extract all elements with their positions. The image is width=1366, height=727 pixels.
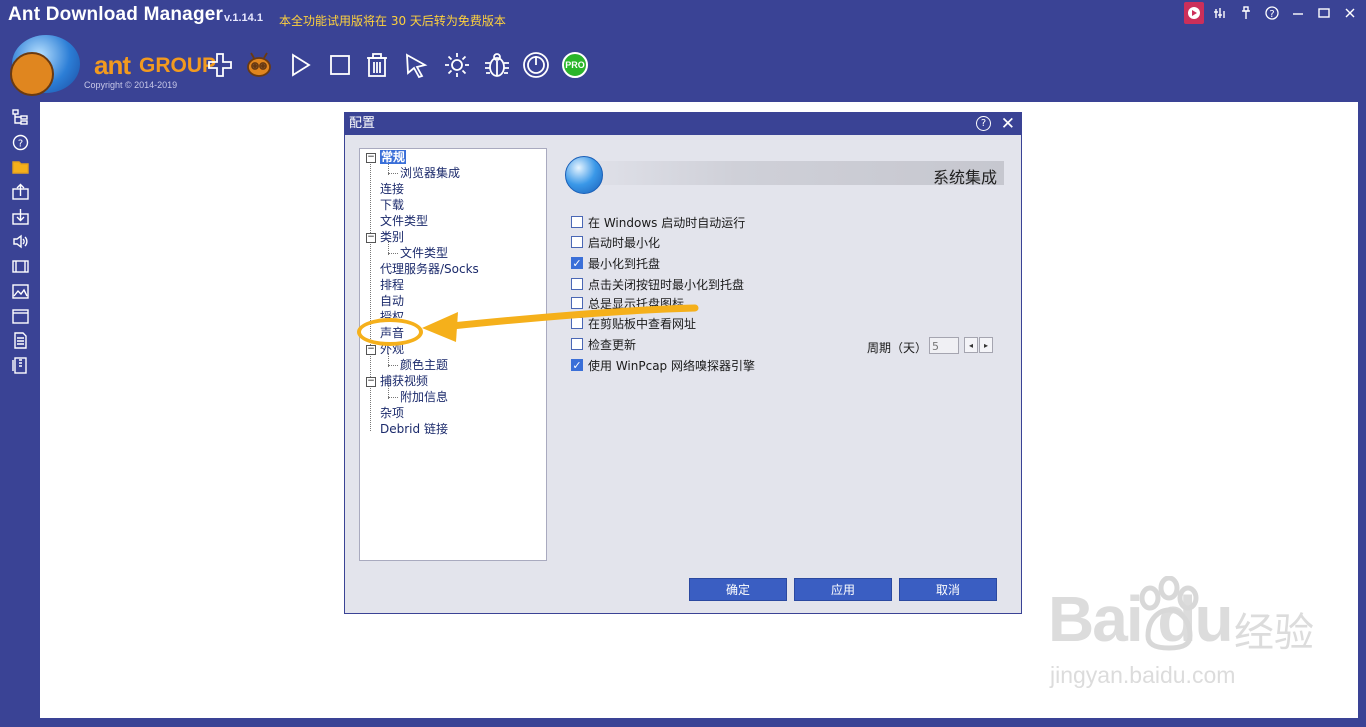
dialog-title: 配置: [349, 116, 376, 131]
tree-item-connection[interactable]: 连接: [380, 182, 404, 196]
logo-word: ant: [94, 50, 131, 80]
ant-icon[interactable]: [244, 50, 274, 80]
period-label: 周期（天）: [867, 341, 928, 355]
play-icon[interactable]: [285, 50, 315, 80]
video-icon[interactable]: [11, 257, 29, 275]
delete-icon[interactable]: [362, 50, 392, 80]
copyright: Copyright © 2014-2019: [84, 80, 178, 90]
bug-icon[interactable]: [482, 50, 512, 80]
archive-icon[interactable]: [11, 356, 29, 374]
option-minimize-to-tray[interactable]: ✓ 最小化到托盘: [571, 255, 660, 271]
sidebar: ?: [0, 102, 40, 727]
annotation-arrow-icon: [422, 304, 699, 342]
pin-icon[interactable]: [1236, 2, 1256, 24]
tree-item-browser-integration[interactable]: 浏览器集成: [400, 166, 460, 180]
download-icon[interactable]: [11, 207, 29, 225]
equalizer-icon[interactable]: [1210, 2, 1230, 24]
watermark-site: jingyan.baidu.com: [1050, 662, 1236, 688]
tree-item-download[interactable]: 下载: [380, 198, 404, 212]
tree-item-proxy[interactable]: 代理服务器/Socks: [380, 262, 479, 276]
logo-ant-icon: [10, 52, 54, 96]
checkbox-checked[interactable]: ✓: [571, 359, 583, 372]
image-icon[interactable]: [11, 282, 29, 300]
folder-icon[interactable]: [11, 157, 29, 175]
record-icon[interactable]: [1184, 2, 1204, 24]
tree-expander[interactable]: −: [366, 377, 376, 387]
baidu-watermark: Bai du 经验 jingyan.baidu.com: [1048, 576, 1318, 696]
tree-item-categories[interactable]: 类别: [380, 230, 404, 244]
help-icon[interactable]: ?: [11, 133, 29, 151]
ok-button[interactable]: 确定: [689, 578, 787, 601]
checkbox[interactable]: [571, 278, 583, 290]
cancel-button[interactable]: 取消: [899, 578, 997, 601]
svg-text:?: ?: [17, 138, 22, 149]
spin-right-icon[interactable]: ▸: [979, 337, 993, 353]
close-icon[interactable]: [1340, 2, 1360, 24]
audio-icon[interactable]: [11, 232, 29, 250]
tree-item-debrid[interactable]: Debrid 链接: [380, 422, 448, 436]
option-winpcap-sniffer[interactable]: ✓ 使用 WinPcap 网络嗅探器引擎: [571, 357, 755, 373]
app-title: Ant Download Manager: [8, 4, 224, 25]
apply-button[interactable]: 应用: [794, 578, 892, 601]
dialog-help-icon[interactable]: ?: [976, 116, 991, 131]
dialog-title-bar: 配置 ? ✕: [345, 113, 1021, 135]
paw-icon: [1139, 576, 1199, 651]
window-controls: ?: [1184, 2, 1360, 24]
toolbar: ant GROUP Copyright © 2014-2019 PRO: [0, 32, 1366, 102]
tree-icon[interactable]: [11, 108, 29, 126]
tree-expander[interactable]: −: [366, 153, 376, 163]
tree-item-misc[interactable]: 杂项: [380, 406, 404, 420]
window-icon[interactable]: [11, 307, 29, 325]
app-version: v.1.14.1: [224, 12, 263, 24]
add-icon[interactable]: [205, 50, 235, 80]
tree-item-color-theme[interactable]: 颜色主题: [400, 358, 448, 372]
tree-item-general[interactable]: 常规: [380, 150, 407, 164]
stop-icon[interactable]: [325, 50, 355, 80]
option-autostart[interactable]: 在 Windows 启动时自动运行: [571, 214, 745, 230]
pointer-icon[interactable]: [402, 50, 432, 80]
settings-icon[interactable]: [442, 50, 472, 80]
tree-item-category-file-types[interactable]: 文件类型: [400, 246, 448, 260]
svg-text:?: ?: [1269, 9, 1274, 20]
option-start-minimized[interactable]: 启动时最小化: [571, 234, 660, 250]
tree-expander[interactable]: −: [366, 233, 376, 243]
option-close-to-tray[interactable]: 点击关闭按钮时最小化到托盘: [571, 276, 744, 292]
pro-badge: PRO: [562, 52, 588, 78]
tree-item-license[interactable]: 授权: [380, 310, 404, 318]
settings-tree: − − − − 常规 浏览器集成 连接 下载 文件类型 类别 文件类型 代理服务…: [359, 148, 547, 561]
power-icon[interactable]: [521, 50, 551, 80]
pro-icon[interactable]: PRO: [560, 50, 590, 80]
globe-icon: [565, 156, 603, 194]
checkbox[interactable]: [571, 236, 583, 248]
upload-icon[interactable]: [11, 182, 29, 200]
help-icon[interactable]: ?: [1262, 2, 1282, 24]
maximize-icon[interactable]: [1314, 2, 1334, 24]
tree-item-capture-video[interactable]: 捕获视频: [380, 374, 428, 388]
tree-item-file-types[interactable]: 文件类型: [380, 214, 428, 228]
dialog-close-icon[interactable]: ✕: [1001, 113, 1015, 135]
spin-left-icon[interactable]: ◂: [964, 337, 978, 353]
tree-item-extra-info[interactable]: 附加信息: [400, 390, 448, 404]
config-dialog: 配置 ? ✕ − − − − 常规 浏览器集成 连接 下载 文件类型 类别 文件…: [344, 112, 1022, 614]
trial-notice: 本全功能试用版将在 30 天后转为免费版本: [279, 14, 506, 28]
tree-item-auto[interactable]: 自动: [380, 294, 404, 308]
checkbox[interactable]: [571, 216, 583, 228]
period-input[interactable]: 5: [929, 337, 959, 354]
tree-item-schedule[interactable]: 排程: [380, 278, 404, 292]
tree-expander[interactable]: −: [366, 345, 376, 355]
document-icon[interactable]: [11, 331, 29, 349]
checkbox-checked[interactable]: ✓: [571, 257, 583, 270]
annotation-ellipse: [357, 318, 423, 346]
section-title: 系统集成: [932, 168, 997, 187]
title-bar: Ant Download Manager v.1.14.1 本全功能试用版将在 …: [0, 0, 1366, 32]
watermark-cn: 经验: [1234, 610, 1314, 656]
minimize-icon[interactable]: [1288, 2, 1308, 24]
